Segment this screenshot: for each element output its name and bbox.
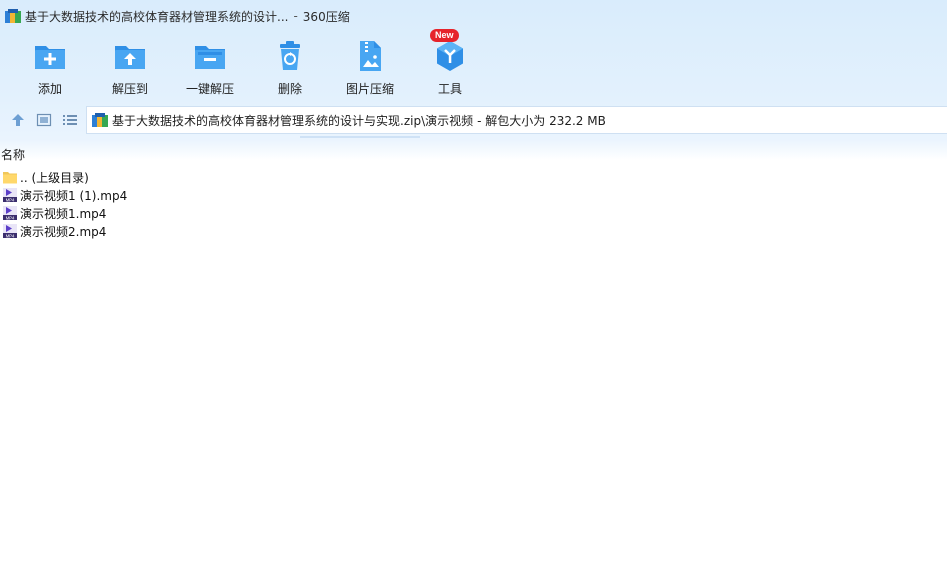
file-name: 演示视频1 (1).mp4 (20, 188, 128, 203)
svg-text:MP4: MP4 (6, 233, 15, 238)
extract-to-label: 解压到 (111, 82, 148, 96)
mp4-video-icon: MP4 (3, 206, 17, 220)
title-separator: - (293, 9, 298, 23)
file-name: 演示视频1.mp4 (20, 206, 107, 221)
app-name: 360压缩 (302, 9, 350, 24)
list-item[interactable]: MP4 演示视频1 (1).mp4 (0, 186, 947, 204)
extract-to-button[interactable]: 解压到 (90, 34, 170, 98)
list-item[interactable]: MP4 演示视频1.mp4 (0, 204, 947, 222)
list-item-parent-directory[interactable]: .. (上级目录) (0, 168, 947, 186)
folder-icon (3, 172, 17, 184)
delete-recycle-icon (280, 41, 300, 70)
window-title: 基于大数据技术的高校体育器材管理系统的设计... (25, 9, 289, 24)
archive-path: 基于大数据技术的高校体育器材管理系统的设计与实现.zip\演示视频 (112, 113, 474, 128)
add-button[interactable]: 添加 (10, 34, 90, 98)
one-click-extract-button[interactable]: 一键解压 (170, 34, 250, 98)
main-toolbar: 添加 解压到 一键解压 删除 图片压缩 New 工具 (0, 29, 947, 98)
add-label: 添加 (37, 82, 62, 96)
image-compress-label: 图片压缩 (345, 82, 394, 96)
add-folder-icon (35, 46, 65, 69)
mp4-video-icon: MP4 (3, 224, 17, 238)
new-badge: New (430, 29, 459, 42)
archive-app-icon (5, 9, 21, 23)
one-click-extract-label: 一键解压 (185, 82, 234, 96)
tools-label: 工具 (437, 82, 462, 96)
tools-icon (437, 41, 463, 71)
svg-text:MP4: MP4 (6, 197, 15, 202)
list-item[interactable]: MP4 演示视频2.mp4 (0, 222, 947, 240)
file-list: .. (上级目录) MP4 演示视频1 (1).mp4 MP4 演示视频1.mp… (0, 168, 947, 240)
tools-button[interactable]: New 工具 (410, 29, 490, 98)
image-compress-icon (360, 41, 381, 71)
mp4-video-icon: MP4 (3, 188, 17, 202)
file-name: .. (上级目录) (20, 170, 89, 185)
list-view-icon[interactable] (62, 112, 78, 128)
archive-path-icon (92, 113, 108, 127)
delete-button[interactable]: 删除 (250, 34, 330, 98)
column-header-name[interactable]: 名称 (0, 146, 25, 162)
image-compress-button[interactable]: 图片压缩 (330, 34, 410, 98)
address-bar-divider (300, 136, 420, 138)
one-click-extract-icon (195, 46, 225, 69)
thumbnail-view-icon[interactable] (36, 112, 52, 128)
delete-label: 删除 (277, 82, 302, 96)
svg-text:MP4: MP4 (6, 215, 15, 220)
file-name: 演示视频2.mp4 (20, 224, 107, 239)
title-bar: 基于大数据技术的高校体育器材管理系统的设计... - 360压缩 (0, 0, 947, 32)
extract-to-icon (115, 46, 145, 69)
address-bar[interactable]: 基于大数据技术的高校体育器材管理系统的设计与实现.zip\演示视频 - 解包大小… (86, 106, 947, 134)
unpacked-size-info: - 解包大小为 232.2 MB (477, 113, 606, 128)
up-arrow-icon[interactable] (10, 112, 26, 128)
